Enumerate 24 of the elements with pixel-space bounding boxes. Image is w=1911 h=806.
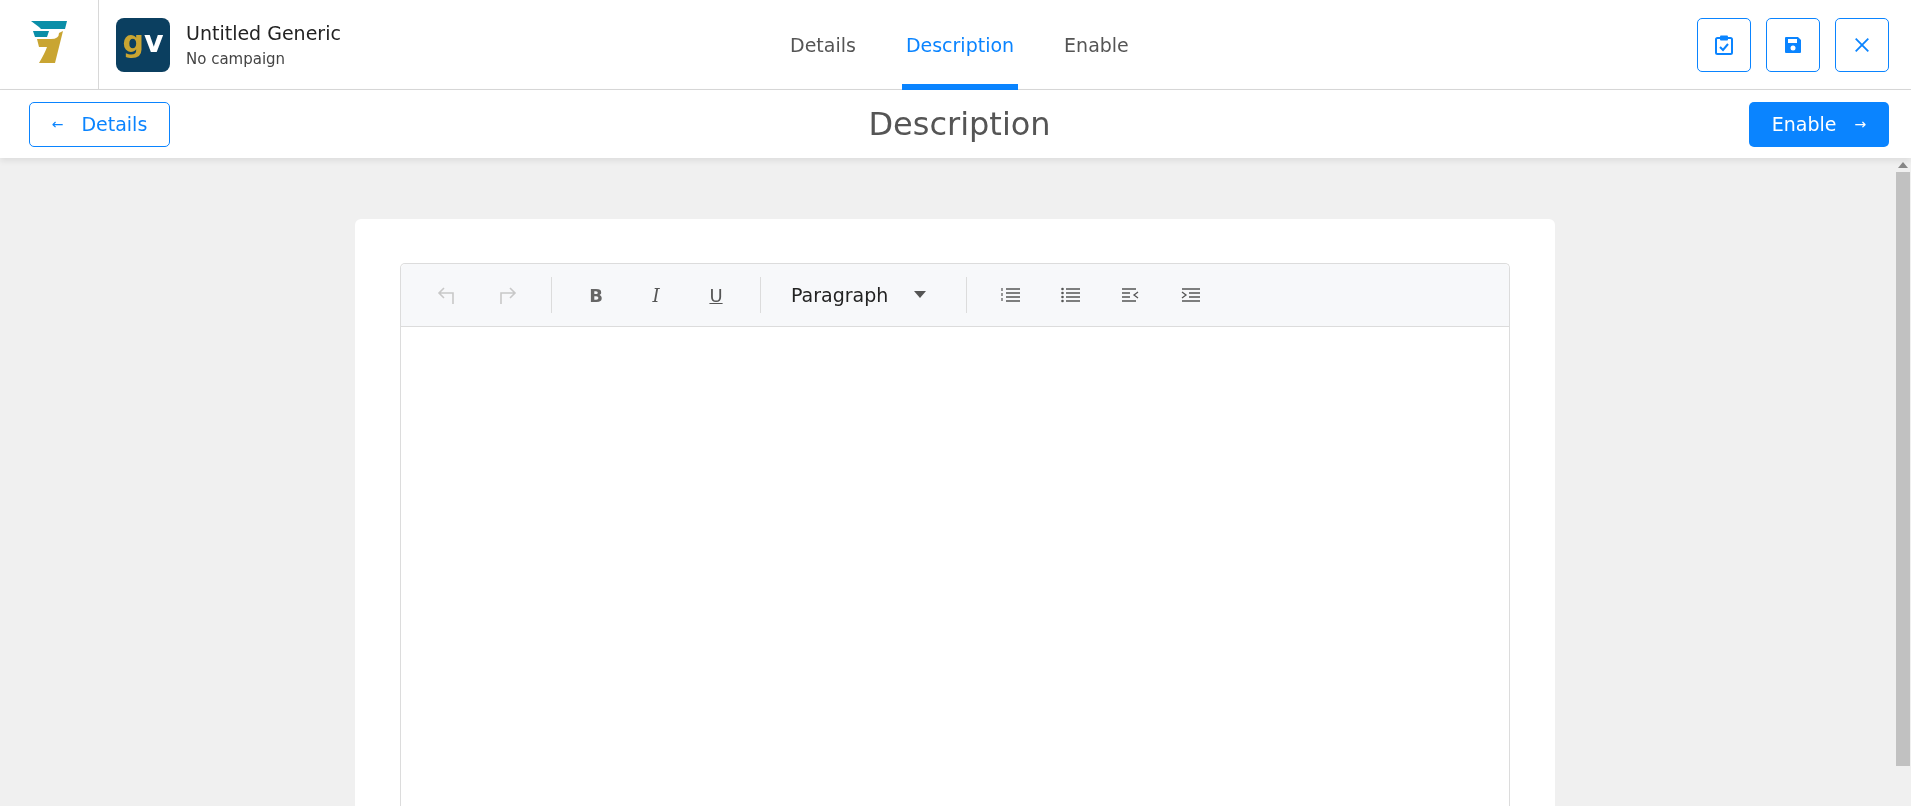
back-button[interactable]: ← Details xyxy=(29,101,170,147)
bold-button[interactable]: B xyxy=(572,275,620,315)
italic-button[interactable]: I xyxy=(632,275,680,315)
save-icon xyxy=(1783,34,1803,55)
clipboard-check-icon xyxy=(1714,33,1734,56)
save-button[interactable] xyxy=(1766,17,1820,72)
tab[interactable]: Details xyxy=(786,0,860,90)
numbered-list-icon xyxy=(1001,287,1022,303)
indent-icon xyxy=(1181,287,1202,303)
brand-logo xyxy=(29,18,69,65)
page-title: Description xyxy=(868,105,1051,143)
block-format-dropdown[interactable]: Paragraph xyxy=(781,275,937,315)
tab[interactable]: Enable xyxy=(1060,0,1133,90)
next-button[interactable]: Enable → xyxy=(1749,101,1889,147)
bullet-list-icon xyxy=(1061,287,1082,303)
document-title: Untitled Generic xyxy=(186,21,341,44)
caret-icon xyxy=(914,291,927,299)
checklist-button[interactable] xyxy=(1697,17,1751,72)
scroll-up-arrow-icon[interactable] xyxy=(1898,162,1908,168)
underline-button[interactable]: U xyxy=(692,275,740,315)
app-icon: gv xyxy=(116,17,170,72)
close-button[interactable] xyxy=(1835,17,1889,72)
close-icon xyxy=(1853,35,1871,54)
campaign-label: No campaign xyxy=(186,49,287,68)
